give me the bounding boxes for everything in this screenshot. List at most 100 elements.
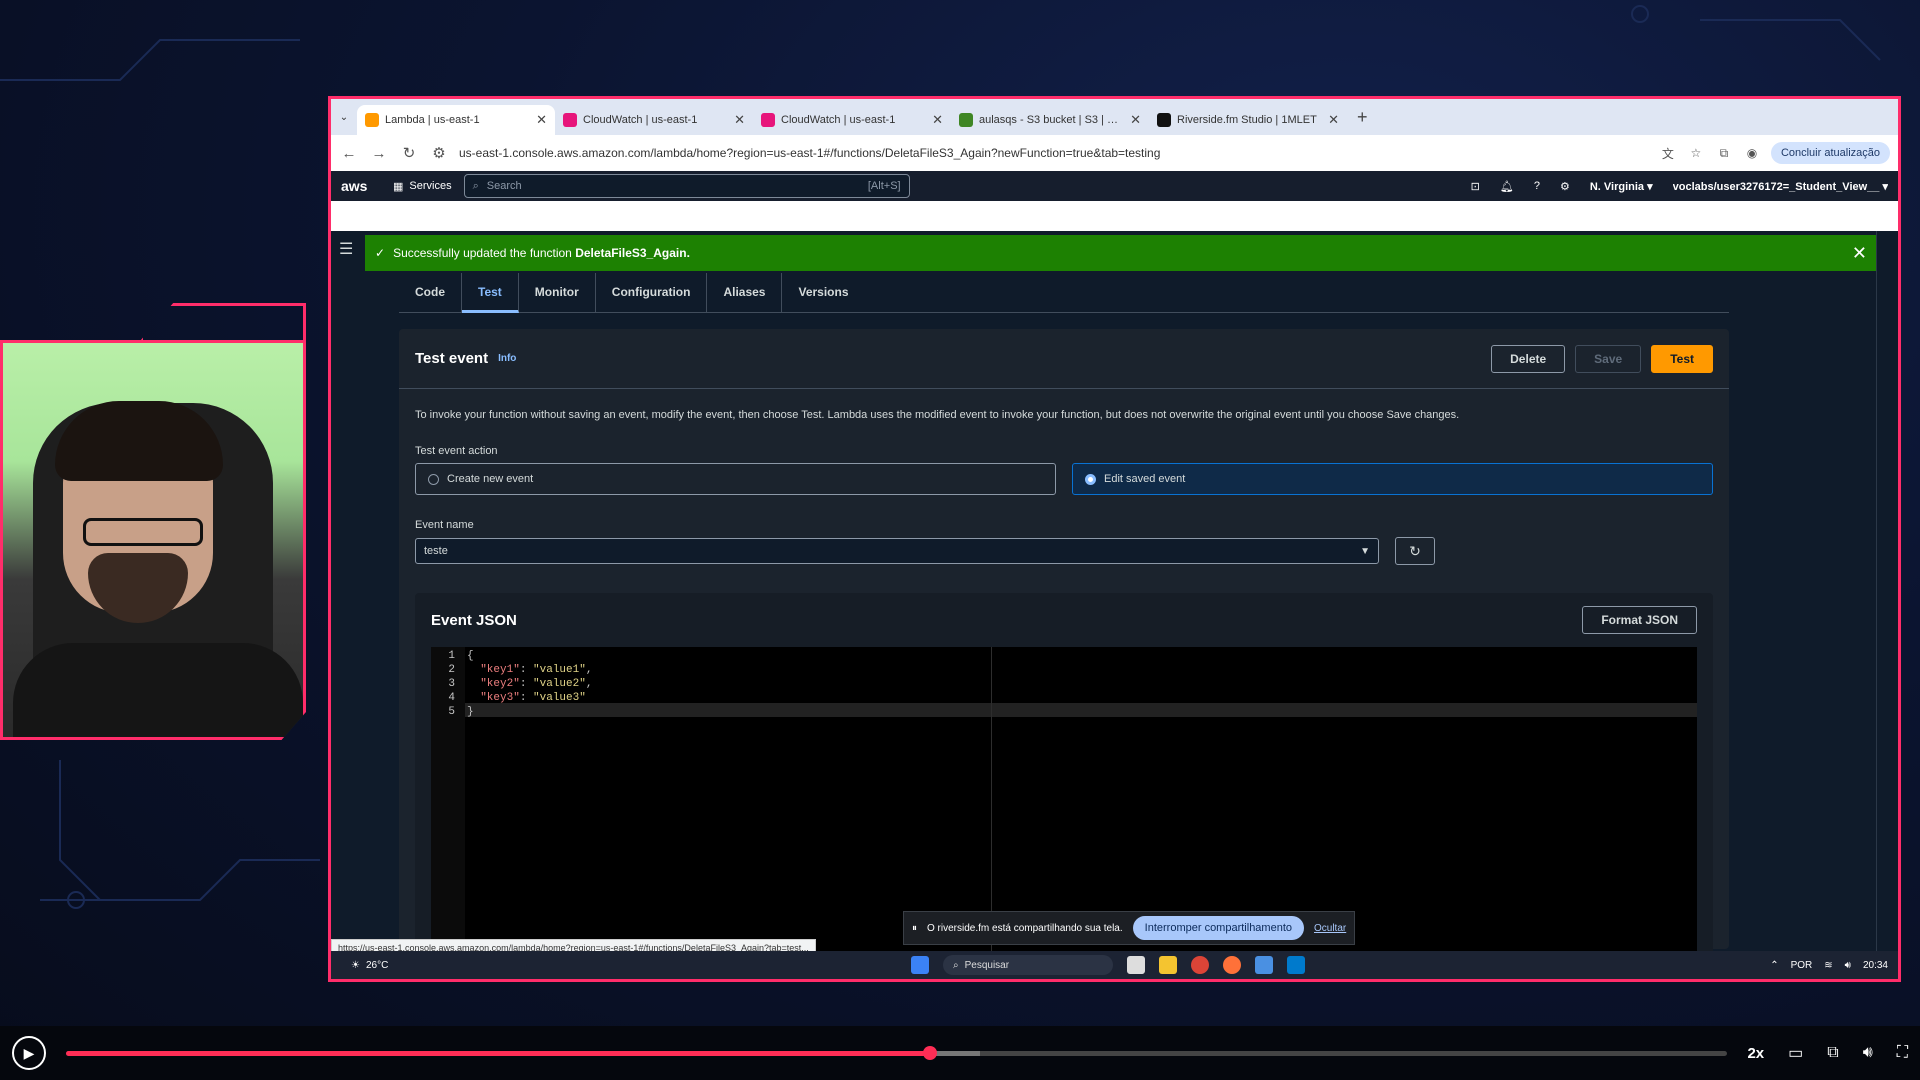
tab-monitor[interactable]: Monitor — [519, 273, 596, 313]
update-button[interactable]: Concluir atualização — [1770, 142, 1890, 164]
close-tab-icon[interactable]: ✕ — [932, 112, 943, 128]
tab-search-icon[interactable]: ⌄ — [331, 112, 357, 123]
play-button[interactable]: ▶ — [12, 1036, 46, 1070]
browser-tab[interactable]: aulasqs - S3 bucket | S3 | us-ea ✕ — [951, 105, 1149, 135]
browser-window: ⌄ Lambda | us-east-1 ✕ CloudWatch | us-eas… — [328, 96, 1901, 982]
back-icon[interactable]: ← — [339, 145, 359, 162]
format-json-button[interactable]: Format JSON — [1582, 606, 1697, 634]
close-tab-icon[interactable]: ✕ — [1130, 112, 1141, 128]
current-line-highlight — [465, 703, 1697, 717]
test-button[interactable]: Test — [1651, 344, 1713, 373]
chevron-up-icon[interactable]: ⌃ — [1770, 960, 1778, 971]
player-options: 2x ▭ ⧉ 🔊︎ ⛶ — [1747, 1043, 1908, 1063]
tab-versions[interactable]: Versions — [782, 273, 864, 313]
profile-avatar-icon[interactable]: ◉ — [1743, 146, 1761, 160]
vscode-icon[interactable] — [1287, 956, 1305, 974]
clock[interactable]: 20:34 — [1863, 960, 1888, 971]
tab-test[interactable]: Test — [462, 273, 519, 313]
services-menu[interactable]: ▦ Services — [393, 180, 452, 193]
browser-tab[interactable]: Lambda | us-east-1 ✕ — [357, 105, 555, 135]
json-key: "key2" — [480, 678, 520, 690]
chrome-icon[interactable] — [1191, 956, 1209, 974]
code-line: { — [467, 649, 592, 663]
json-code[interactable]: { "key1": "value1", "key2": "value2", "k… — [467, 649, 592, 719]
forward-icon[interactable]: → — [369, 145, 389, 162]
tab-code[interactable]: Code — [399, 273, 462, 313]
translate-icon[interactable]: 文 — [1659, 145, 1677, 162]
radio-edit-icon — [1085, 473, 1096, 485]
test-event-actions: Delete Save Test — [1491, 344, 1713, 373]
seek-handle[interactable] — [922, 1045, 937, 1060]
help-icon[interactable]: ? — [1534, 180, 1540, 192]
volume-icon[interactable]: 🔊︎ — [1863, 1044, 1873, 1062]
taskbar-search-label: Pesquisar — [964, 959, 1010, 971]
windows-start-icon[interactable] — [911, 956, 929, 974]
firefox-icon[interactable] — [1223, 956, 1241, 974]
region-selector[interactable]: N. Virginia ▾ — [1590, 180, 1653, 193]
hamburger-menu-icon[interactable]: ☰ — [339, 239, 353, 259]
search-placeholder: Search — [486, 180, 522, 192]
close-tab-icon[interactable]: ✕ — [536, 112, 547, 128]
region-label: N. Virginia — [1589, 180, 1645, 193]
seek-bar[interactable] — [66, 1045, 1728, 1060]
taskbar-search[interactable]: ⌕ Pesquisar — [943, 955, 1113, 975]
new-tab-icon[interactable]: + — [1347, 107, 1378, 128]
wifi-icon[interactable]: ≋ — [1824, 960, 1832, 971]
event-name-select[interactable]: teste ▼ — [415, 538, 1379, 564]
captions-icon[interactable]: ▭ — [1788, 1043, 1803, 1063]
right-rail — [1876, 231, 1898, 979]
tab-configuration[interactable]: Configuration — [596, 273, 708, 313]
address-bar: ← → ↻ ⚙ us-east-1.console.aws.amazon.com… — [331, 135, 1898, 171]
bell-icon[interactable]: 🔔︎ — [1500, 180, 1514, 193]
lang-indicator[interactable]: POR — [1791, 960, 1813, 971]
fullscreen-icon[interactable]: ⛶ — [1897, 1044, 1908, 1062]
browser-tab-label: Lambda | us-east-1 — [385, 114, 480, 126]
hide-share-bar-link[interactable]: Ocultar — [1314, 923, 1346, 934]
delete-button[interactable]: Delete — [1491, 344, 1566, 373]
browser-tab[interactable]: CloudWatch | us-east-1 ✕ — [555, 105, 753, 135]
browser-tab[interactable]: Riverside.fm Studio | 1MLET ✕ — [1149, 105, 1347, 135]
file-explorer-icon[interactable] — [1159, 956, 1177, 974]
edit-saved-event-option[interactable]: Edit saved event — [1072, 463, 1713, 495]
line-number: 1 — [448, 650, 455, 662]
site-settings-icon[interactable]: ⚙ — [429, 144, 449, 162]
volume-icon[interactable]: 🔊︎ — [1845, 960, 1851, 971]
search-icon: ⌕ — [472, 179, 479, 192]
code-text: } — [467, 706, 474, 718]
url-field[interactable]: us-east-1.console.aws.amazon.com/lambda/… — [459, 146, 1649, 160]
webcam-feed — [0, 340, 306, 740]
test-event-body: To invoke your function without saving a… — [399, 389, 1729, 977]
playback-speed-button[interactable]: 2x — [1747, 1045, 1764, 1062]
gear-icon[interactable]: ⚙ — [1560, 180, 1570, 193]
extensions-icon[interactable]: ⧉ — [1715, 146, 1733, 161]
info-link[interactable]: Info — [498, 353, 516, 364]
close-tab-icon[interactable]: ✕ — [734, 112, 745, 128]
cloudshell-icon[interactable]: ⊡ — [1471, 180, 1480, 193]
task-view-icon[interactable] — [1127, 956, 1145, 974]
reload-icon[interactable]: ↻ — [399, 144, 419, 162]
weather-widget[interactable]: ☀ 26°C — [351, 960, 388, 971]
share-message: O riverside.fm está compartilhando sua t… — [927, 922, 1123, 934]
event-json-header: Event JSON Format JSON — [415, 593, 1713, 647]
line-number: 3 — [448, 678, 455, 690]
browser-tab[interactable]: CloudWatch | us-east-1 ✕ — [753, 105, 951, 135]
stop-sharing-button[interactable]: Interromper compartilhamento — [1132, 916, 1304, 940]
screen-share-bar: ⏸ O riverside.fm está compartilhando sua… — [903, 911, 1356, 945]
code-text: , — [585, 678, 593, 690]
code-text: { — [467, 650, 474, 662]
save-button[interactable]: Save — [1575, 344, 1642, 373]
close-tab-icon[interactable]: ✕ — [1328, 112, 1339, 128]
aws-logo[interactable]: aws — [341, 178, 381, 194]
aws-search-input[interactable]: ⌕ Search [Alt+S] — [463, 174, 910, 198]
account-menu[interactable]: voclabs/user3276172=_Student_View__ ▾ — [1673, 180, 1888, 193]
close-icon[interactable]: ✕ — [1852, 243, 1867, 264]
refresh-icon[interactable]: ↻ — [1395, 537, 1435, 565]
aws-nav-icons: ⊡ 🔔︎ ? ⚙ N. Virginia ▾ voclabs/user32761… — [1471, 180, 1888, 193]
event-name-row: teste ▼ ↻ — [415, 537, 1713, 565]
pip-icon[interactable]: ⧉ — [1827, 1044, 1838, 1062]
notepad-icon[interactable] — [1255, 956, 1273, 974]
create-new-event-option[interactable]: Create new event — [415, 463, 1056, 495]
tab-aliases[interactable]: Aliases — [707, 273, 783, 313]
bookmark-star-icon[interactable]: ☆ — [1687, 146, 1705, 160]
